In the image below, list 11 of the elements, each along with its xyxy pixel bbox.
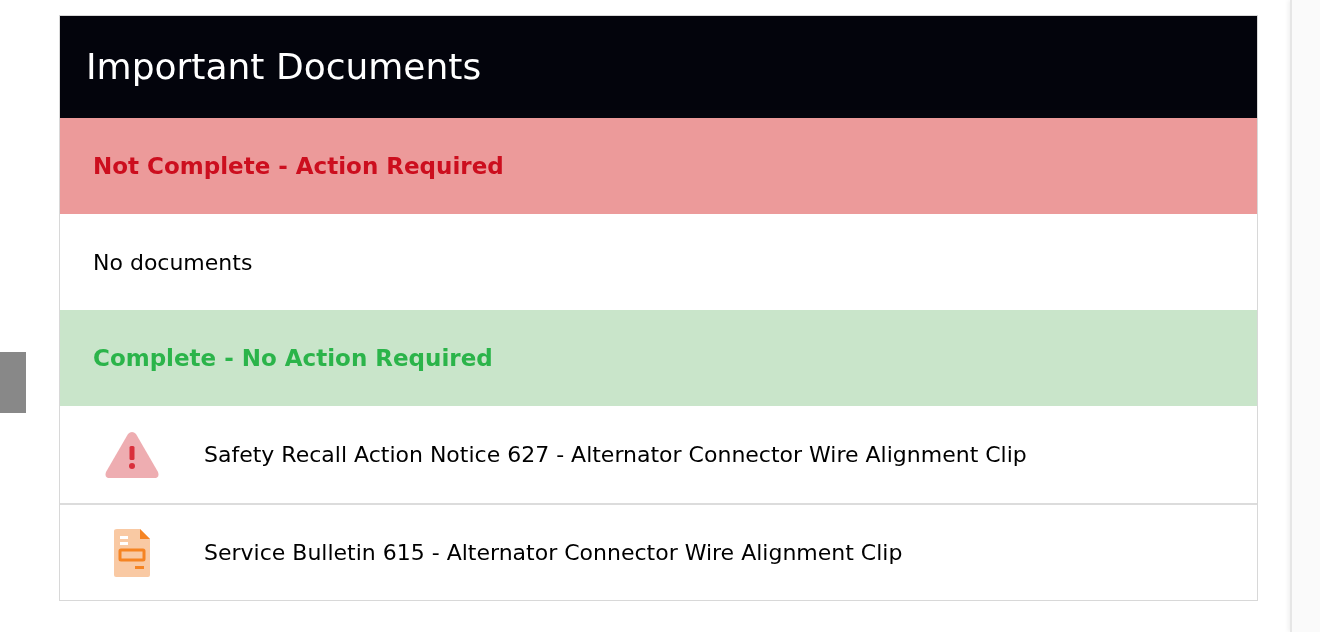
document-title: Safety Recall Action Notice 627 - Alternator Connector Wire Alignment Clip — [204, 441, 1027, 469]
card-title: Important Documents — [86, 45, 482, 89]
warning-icon — [104, 430, 160, 479]
document-title: Service Bulletin 615 - Alternator Connector Wire Alignment Clip — [204, 539, 903, 567]
empty-message: No documents — [93, 248, 253, 277]
side-tab[interactable] — [0, 352, 26, 413]
document-icon — [114, 528, 150, 577]
document-row[interactable]: Safety Recall Action Notice 627 - Alternator Connector Wire Alignment Clip — [60, 406, 1257, 503]
section-heading: Not Complete - Action Required — [93, 151, 504, 181]
document-row[interactable]: Service Bulletin 615 - Alternator Connector Wire Alignment Clip — [60, 503, 1257, 600]
section-heading: Complete - No Action Required — [93, 343, 493, 373]
